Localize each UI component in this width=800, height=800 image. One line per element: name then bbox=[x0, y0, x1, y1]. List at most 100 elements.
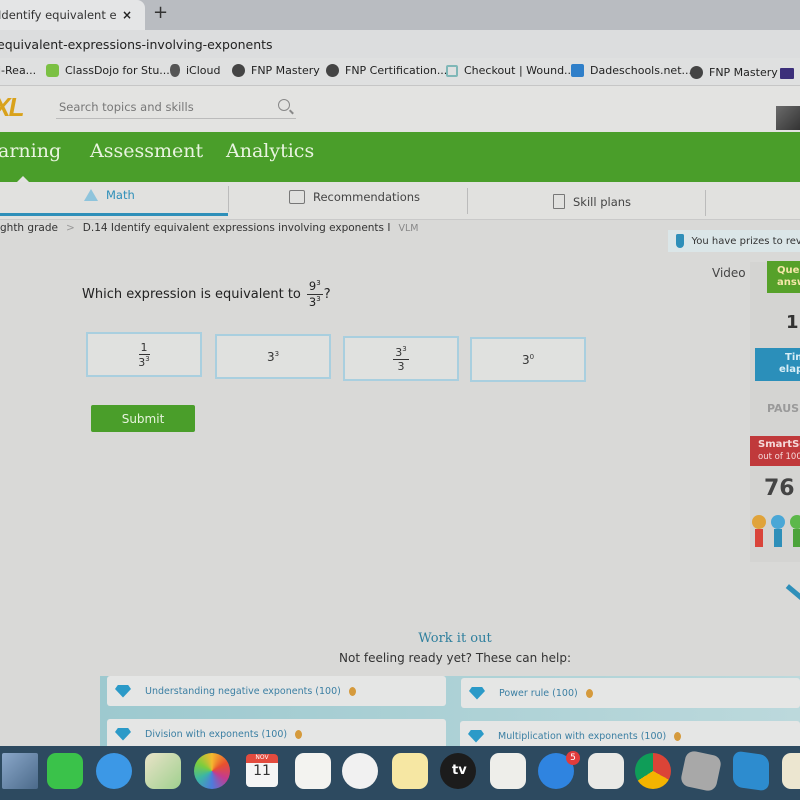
question-text: Which expression is equivalent to bbox=[82, 286, 301, 302]
calendar-month: NOV bbox=[246, 754, 278, 763]
script-editor-app-icon[interactable] bbox=[782, 753, 800, 789]
video-label: Video bbox=[712, 266, 746, 280]
bookmark-item[interactable]: i-Rea... bbox=[0, 64, 36, 77]
bookmark-label: FNP Mastery bbox=[709, 66, 778, 79]
keynote-app-icon[interactable] bbox=[588, 753, 624, 789]
nav-learning[interactable]: arning bbox=[0, 140, 61, 162]
bookmark-label: ClassDojo for Stu... bbox=[65, 64, 170, 77]
bookmark-label: iCloud bbox=[186, 64, 221, 77]
address-bar[interactable]: equivalent-expressions-involving-exponen… bbox=[0, 30, 800, 58]
label-line: answ bbox=[777, 277, 800, 288]
photos-app-icon[interactable] bbox=[194, 753, 230, 789]
medal-icon bbox=[295, 729, 303, 739]
divider bbox=[467, 188, 468, 214]
tab-skill-plans[interactable]: Skill plans bbox=[553, 194, 631, 209]
smartscore-label: SmartSc out of 100 bbox=[750, 436, 800, 466]
choice-num: 1 bbox=[138, 340, 150, 355]
globe-icon bbox=[232, 64, 245, 77]
smartscore-value: 76 bbox=[764, 476, 795, 501]
submit-button[interactable]: Submit bbox=[91, 405, 195, 432]
chrome-app-icon[interactable] bbox=[635, 753, 671, 789]
breadcrumb-grade[interactable]: ghth grade bbox=[0, 222, 58, 234]
signpost-icon bbox=[289, 190, 305, 204]
label-line: out of 100 bbox=[758, 452, 800, 462]
num-exponent: 3 bbox=[316, 279, 321, 287]
reminders-app-icon[interactable] bbox=[295, 753, 331, 789]
ribbon-icon bbox=[752, 515, 766, 547]
ixl-logo[interactable]: IXL bbox=[0, 92, 24, 123]
search-placeholder: Search topics and skills bbox=[59, 99, 194, 114]
help-skill-label: Power rule (100) bbox=[499, 687, 578, 699]
notes-app-icon[interactable] bbox=[392, 753, 428, 789]
avatar[interactable] bbox=[776, 106, 800, 130]
help-skill-card[interactable]: Division with exponents (100) bbox=[107, 719, 446, 749]
tab-recommendations[interactable]: Recommendations bbox=[289, 190, 420, 204]
facetime-app-icon[interactable] bbox=[47, 753, 83, 789]
answer-choice-2[interactable]: 33 bbox=[215, 334, 331, 379]
bookmark-item[interactable]: FNP Mastery bbox=[232, 64, 320, 77]
search-input[interactable]: Search topics and skills bbox=[56, 95, 296, 119]
choice-exp: 3 bbox=[274, 349, 280, 358]
tv-label: tv bbox=[452, 763, 467, 778]
choice-den-exp: 3 bbox=[145, 354, 150, 363]
tab-math[interactable]: Math bbox=[84, 188, 135, 202]
pencil-icon[interactable] bbox=[785, 584, 800, 601]
plus-icon bbox=[446, 64, 458, 77]
nav-assessment[interactable]: Assessment bbox=[90, 140, 203, 162]
ribbon-icon bbox=[771, 515, 785, 547]
bookmark-item[interactable]: Dadeschools.net... bbox=[571, 64, 692, 77]
label-line: Tim bbox=[785, 352, 800, 363]
answer-choice-1[interactable]: 1 33 bbox=[86, 332, 202, 377]
messages-app-icon[interactable] bbox=[96, 753, 132, 789]
choice-exp: 0 bbox=[529, 352, 535, 361]
numbers-app-icon[interactable] bbox=[490, 753, 526, 789]
help-skill-label: Division with exponents (100) bbox=[145, 728, 288, 740]
choice-expression: 33 bbox=[267, 350, 279, 364]
bookmark-item[interactable]: FNP Mastery bbox=[690, 66, 778, 79]
new-tab-button[interactable]: + bbox=[153, 2, 168, 23]
screens-app-icon[interactable] bbox=[733, 750, 769, 792]
bookmark-label: Dadeschools.net... bbox=[590, 64, 692, 77]
apple-icon bbox=[170, 64, 180, 77]
medal-icon bbox=[348, 686, 356, 696]
screen: Identify equivalent expres × + equivalen… bbox=[0, 0, 800, 800]
choice-expression: 30 bbox=[522, 353, 534, 367]
divider bbox=[228, 186, 229, 212]
bookmark-item[interactable]: ClassDojo for Stu... bbox=[46, 64, 170, 77]
bookmark-item[interactable]: Checkout | Wound... bbox=[446, 64, 575, 77]
choice-base: 3 bbox=[266, 349, 275, 364]
question-prompt: Which expression is equivalent to 93 33 … bbox=[82, 280, 331, 308]
label-line: Que bbox=[777, 265, 800, 276]
close-icon[interactable]: × bbox=[122, 8, 132, 22]
pause-button[interactable]: PAUS bbox=[767, 402, 799, 415]
answer-choice-3[interactable]: 33 3 bbox=[343, 336, 459, 381]
bookmark-label: FNP Certification... bbox=[345, 64, 448, 77]
mail-icon bbox=[780, 68, 794, 79]
music-app-icon[interactable] bbox=[342, 753, 378, 789]
bookmark-item[interactable]: iCloud bbox=[170, 64, 220, 77]
label-line: SmartSc bbox=[758, 439, 800, 450]
search-icon[interactable] bbox=[278, 99, 290, 111]
pyramid-icon bbox=[84, 189, 98, 201]
ribbon-awards bbox=[752, 515, 800, 547]
help-skill-card[interactable]: Power rule (100) bbox=[461, 678, 800, 708]
label-line: elaps bbox=[779, 364, 800, 375]
bookmark-item[interactable]: FNP Certification... bbox=[326, 64, 447, 77]
question-mark: ? bbox=[323, 286, 331, 302]
medal-icon bbox=[585, 688, 593, 698]
dadeschools-icon bbox=[571, 64, 584, 77]
prizes-banner[interactable]: You have prizes to reve bbox=[668, 230, 800, 252]
time-elapsed-label: Tim elaps bbox=[755, 348, 800, 381]
help-skill-card[interactable]: Understanding negative exponents (100) bbox=[107, 676, 446, 706]
mail-app-icon[interactable] bbox=[2, 753, 38, 789]
calendar-app-icon[interactable]: 11 bbox=[246, 763, 278, 787]
diamond-icon bbox=[469, 686, 485, 700]
browser-tab[interactable]: Identify equivalent expres × bbox=[0, 0, 145, 30]
answer-choice-4[interactable]: 30 bbox=[470, 337, 586, 382]
bookmark-label: Checkout | Wound... bbox=[464, 64, 575, 77]
nav-analytics[interactable]: Analytics bbox=[226, 140, 314, 162]
bookmark-item[interactable] bbox=[780, 68, 800, 79]
maps-app-icon[interactable] bbox=[145, 753, 181, 789]
ribbon-icon bbox=[790, 515, 800, 547]
questions-answered-label: Que answ bbox=[767, 261, 800, 293]
